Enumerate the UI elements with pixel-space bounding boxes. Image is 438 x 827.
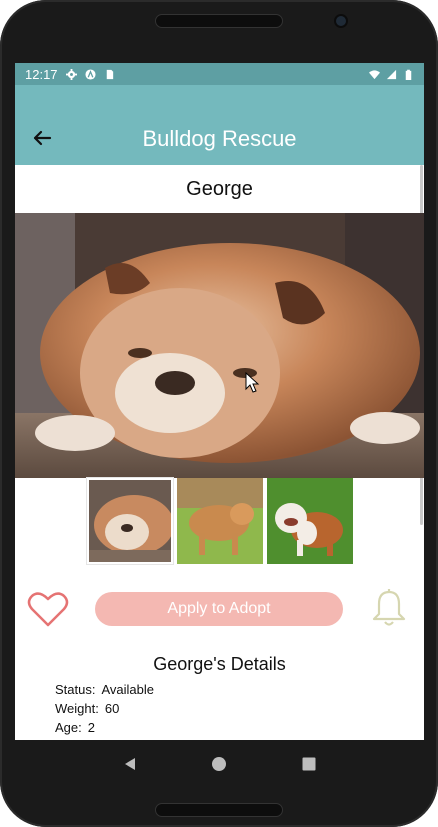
detail-value: 60	[104, 701, 120, 716]
gear-icon	[65, 68, 77, 80]
details-title: George's Details	[153, 654, 286, 674]
bulldog-lying-thumbnail	[88, 480, 171, 562]
favorite-button[interactable]	[27, 590, 69, 628]
detail-status: Status: Available	[55, 682, 424, 701]
wifi-icon	[369, 69, 380, 79]
details-list: Status: Available Weight: 60 Age: 2	[15, 682, 424, 739]
apply-to-adopt-button[interactable]: Apply to Adopt	[95, 592, 343, 626]
app-screen: 12:17 Bulldog Rescue George Apply to Ado…	[15, 63, 424, 740]
nav-home-icon	[212, 757, 227, 771]
status-time: 12:17	[25, 66, 58, 82]
battery-icon	[405, 69, 412, 80]
nav-recents-button[interactable]	[297, 752, 321, 776]
notify-button[interactable]	[371, 588, 407, 628]
nav-back-icon	[124, 758, 135, 770]
arrow-left-icon	[33, 130, 52, 146]
detail-label: Age:	[55, 720, 82, 735]
action-row: Apply to Adopt	[15, 566, 424, 650]
top-speaker	[155, 14, 283, 28]
bulldog-lying-photo	[15, 213, 424, 478]
bulldog-standing-thumbnail	[266, 478, 353, 564]
bottom-speaker	[155, 803, 283, 817]
detail-age: Age: 2	[55, 720, 424, 739]
bulldog-on-grass-thumbnail	[176, 478, 263, 564]
thumbnail-3[interactable]	[266, 478, 353, 564]
detail-label: Status:	[55, 682, 96, 697]
back-button[interactable]	[29, 125, 55, 151]
photo-thumbnails	[15, 477, 424, 566]
signal-icon	[386, 69, 397, 79]
front-camera	[334, 14, 348, 28]
bell-icon	[372, 589, 406, 626]
main-dog-photo	[15, 213, 424, 478]
thumbnail-1[interactable]	[85, 477, 174, 565]
app-title: Bulldog Rescue	[142, 126, 297, 151]
detail-value: 2	[87, 720, 95, 735]
nav-recents-icon	[302, 757, 316, 771]
thumbnail-2[interactable]	[176, 478, 263, 564]
system-nav-bar	[15, 740, 424, 788]
app-bar: Bulldog Rescue	[15, 85, 424, 165]
detail-value: Available	[101, 682, 154, 697]
nav-back-button[interactable]	[118, 752, 142, 776]
sim-card-icon	[106, 69, 113, 79]
nav-home-button[interactable]	[207, 752, 231, 776]
dog-name: George	[186, 177, 253, 200]
detail-weight: Weight: 60	[55, 701, 424, 720]
status-bar: 12:17	[15, 63, 424, 85]
detail-label: Weight:	[55, 701, 99, 716]
phone-frame: 12:17 Bulldog Rescue George Apply to Ado…	[0, 0, 438, 827]
heart-icon	[27, 592, 69, 627]
a-logo-icon	[85, 68, 96, 80]
